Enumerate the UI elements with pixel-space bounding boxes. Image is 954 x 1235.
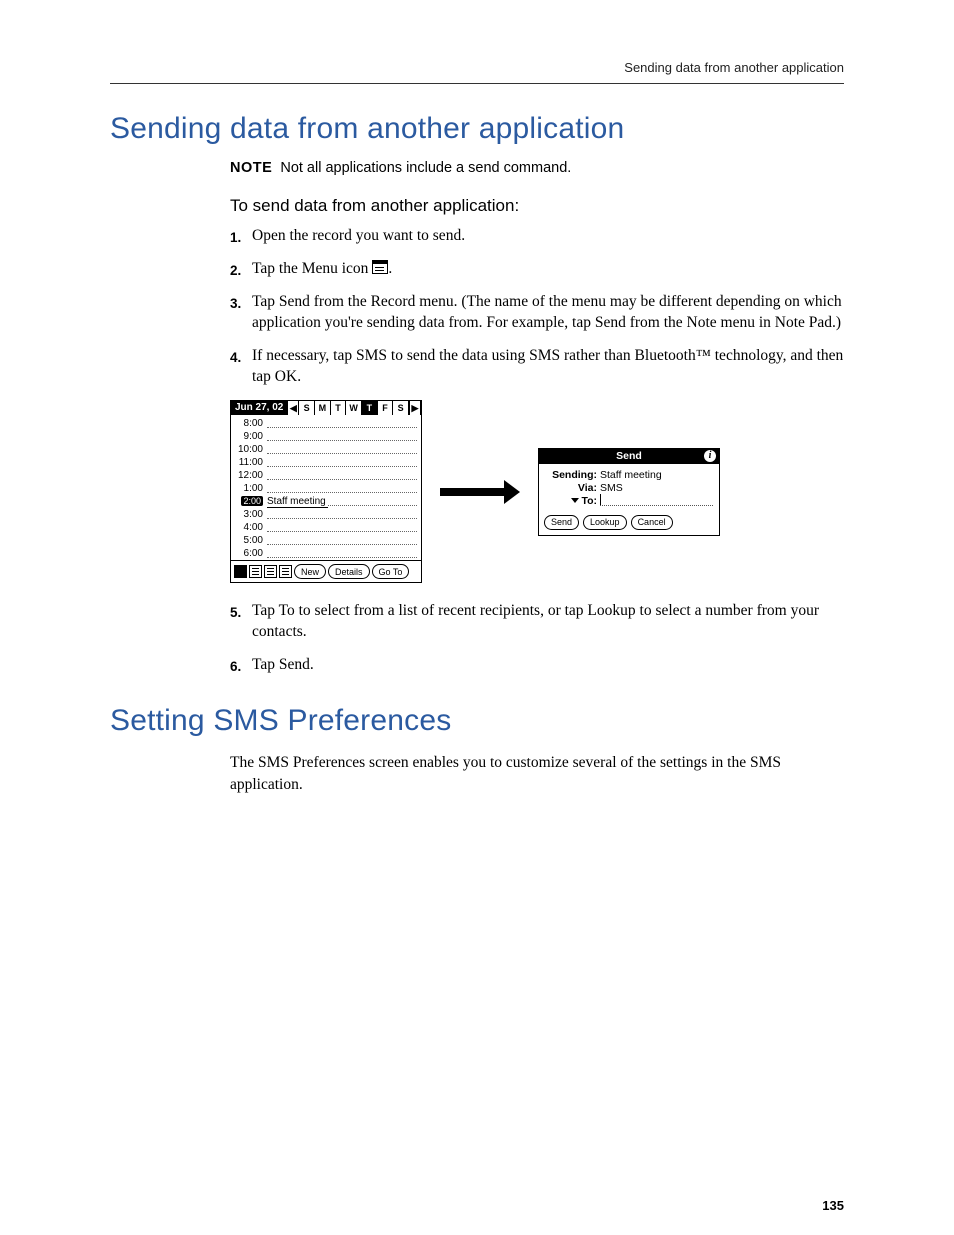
step-text-b: . xyxy=(388,260,392,277)
menu-icon xyxy=(372,260,388,274)
palm-weekday: S xyxy=(393,401,409,415)
section-heading-1: Sending data from another application xyxy=(110,112,844,146)
note-text: Not all applications include a send comm… xyxy=(280,160,571,176)
sending-label: Sending: xyxy=(545,469,600,481)
palm-weekday: W xyxy=(346,401,362,415)
figure-row: Jun 27, 02 ◀ SMTWTFS ▶ 8:009:0010:0011:0… xyxy=(230,400,844,583)
palm-weekday-row: SMTWTFS xyxy=(299,401,409,415)
palm-weekday: F xyxy=(378,401,394,415)
palm-hour-row: 2:00Staff meeting xyxy=(235,495,417,508)
palm-hour-row: 11:00 xyxy=(235,456,417,469)
palm-hour-row: 3:00 xyxy=(235,508,417,521)
page-number: 135 xyxy=(822,1198,844,1213)
palm-weekday: T xyxy=(362,401,378,415)
palm-weekday: M xyxy=(315,401,331,415)
palm-hour-row: 5:00 xyxy=(235,534,417,547)
palm-goto-button: Go To xyxy=(372,564,410,579)
palm-view-icon xyxy=(234,565,247,578)
palm-hour-row: 8:00 xyxy=(235,417,417,430)
send-dialog-title: Send xyxy=(616,450,642,462)
palm-send-dialog: Send i Sending:Staff meeting Via:SMS To:… xyxy=(538,448,720,536)
palm-view-icon xyxy=(279,565,292,578)
step-text: Tap Send. xyxy=(252,655,844,676)
to-field xyxy=(600,495,713,506)
via-label: Via: xyxy=(545,482,600,494)
sending-value: Staff meeting xyxy=(600,469,662,481)
step-number: 5. xyxy=(230,601,252,643)
palm-date: Jun 27, 02 xyxy=(231,401,287,415)
palm-prev-icon: ◀ xyxy=(287,401,299,415)
palm-weekday: T xyxy=(331,401,347,415)
palm-hour-rows: 8:009:0010:0011:0012:001:002:00Staff mee… xyxy=(231,415,421,560)
palm-new-button: New xyxy=(294,564,326,579)
palm-hour-row: 4:00 xyxy=(235,521,417,534)
section2-intro: The SMS Preferences screen enables you t… xyxy=(230,752,844,795)
step-text: Tap To to select from a list of recent r… xyxy=(252,601,844,643)
step-text: If necessary, tap SMS to send the data u… xyxy=(252,346,844,388)
palm-hour-row: 9:00 xyxy=(235,430,417,443)
procedure-heading: To send data from another application: xyxy=(230,196,844,216)
header-rule xyxy=(110,83,844,84)
palm-hour-row: 1:00 xyxy=(235,482,417,495)
running-header: Sending data from another application xyxy=(110,60,844,75)
palm-weekday: S xyxy=(299,401,315,415)
step-number: 1. xyxy=(230,226,252,247)
palm-hour-row: 12:00 xyxy=(235,469,417,482)
note-label: NOTE xyxy=(230,160,272,176)
step-text: Open the record you want to send. xyxy=(252,226,844,247)
step-number: 6. xyxy=(230,655,252,676)
step-number: 3. xyxy=(230,292,252,334)
to-label: To: xyxy=(545,495,600,507)
section-heading-2: Setting SMS Preferences xyxy=(110,704,844,738)
step-text-a: Tap the Menu icon xyxy=(252,260,372,277)
palm-view-icon xyxy=(249,565,262,578)
dropdown-icon xyxy=(571,498,579,503)
arrow-icon xyxy=(440,485,520,499)
dlg-cancel-button: Cancel xyxy=(631,515,673,530)
palm-hour-row: 10:00 xyxy=(235,443,417,456)
step-text: Tap the Menu icon . xyxy=(252,259,844,280)
step-number: 4. xyxy=(230,346,252,388)
step-text: Tap Send from the Record menu. (The name… xyxy=(252,292,844,334)
palm-details-button: Details xyxy=(328,564,370,579)
palm-datebook-screenshot: Jun 27, 02 ◀ SMTWTFS ▶ 8:009:0010:0011:0… xyxy=(230,400,422,583)
via-value: SMS xyxy=(600,482,623,494)
palm-next-icon: ▶ xyxy=(409,401,421,415)
palm-hour-row: 6:00 xyxy=(235,547,417,560)
step-number: 2. xyxy=(230,259,252,280)
palm-view-icon xyxy=(264,565,277,578)
dlg-lookup-button: Lookup xyxy=(583,515,627,530)
dlg-send-button: Send xyxy=(544,515,579,530)
note: NOTE Not all applications include a send… xyxy=(230,160,844,176)
info-icon: i xyxy=(704,450,716,462)
